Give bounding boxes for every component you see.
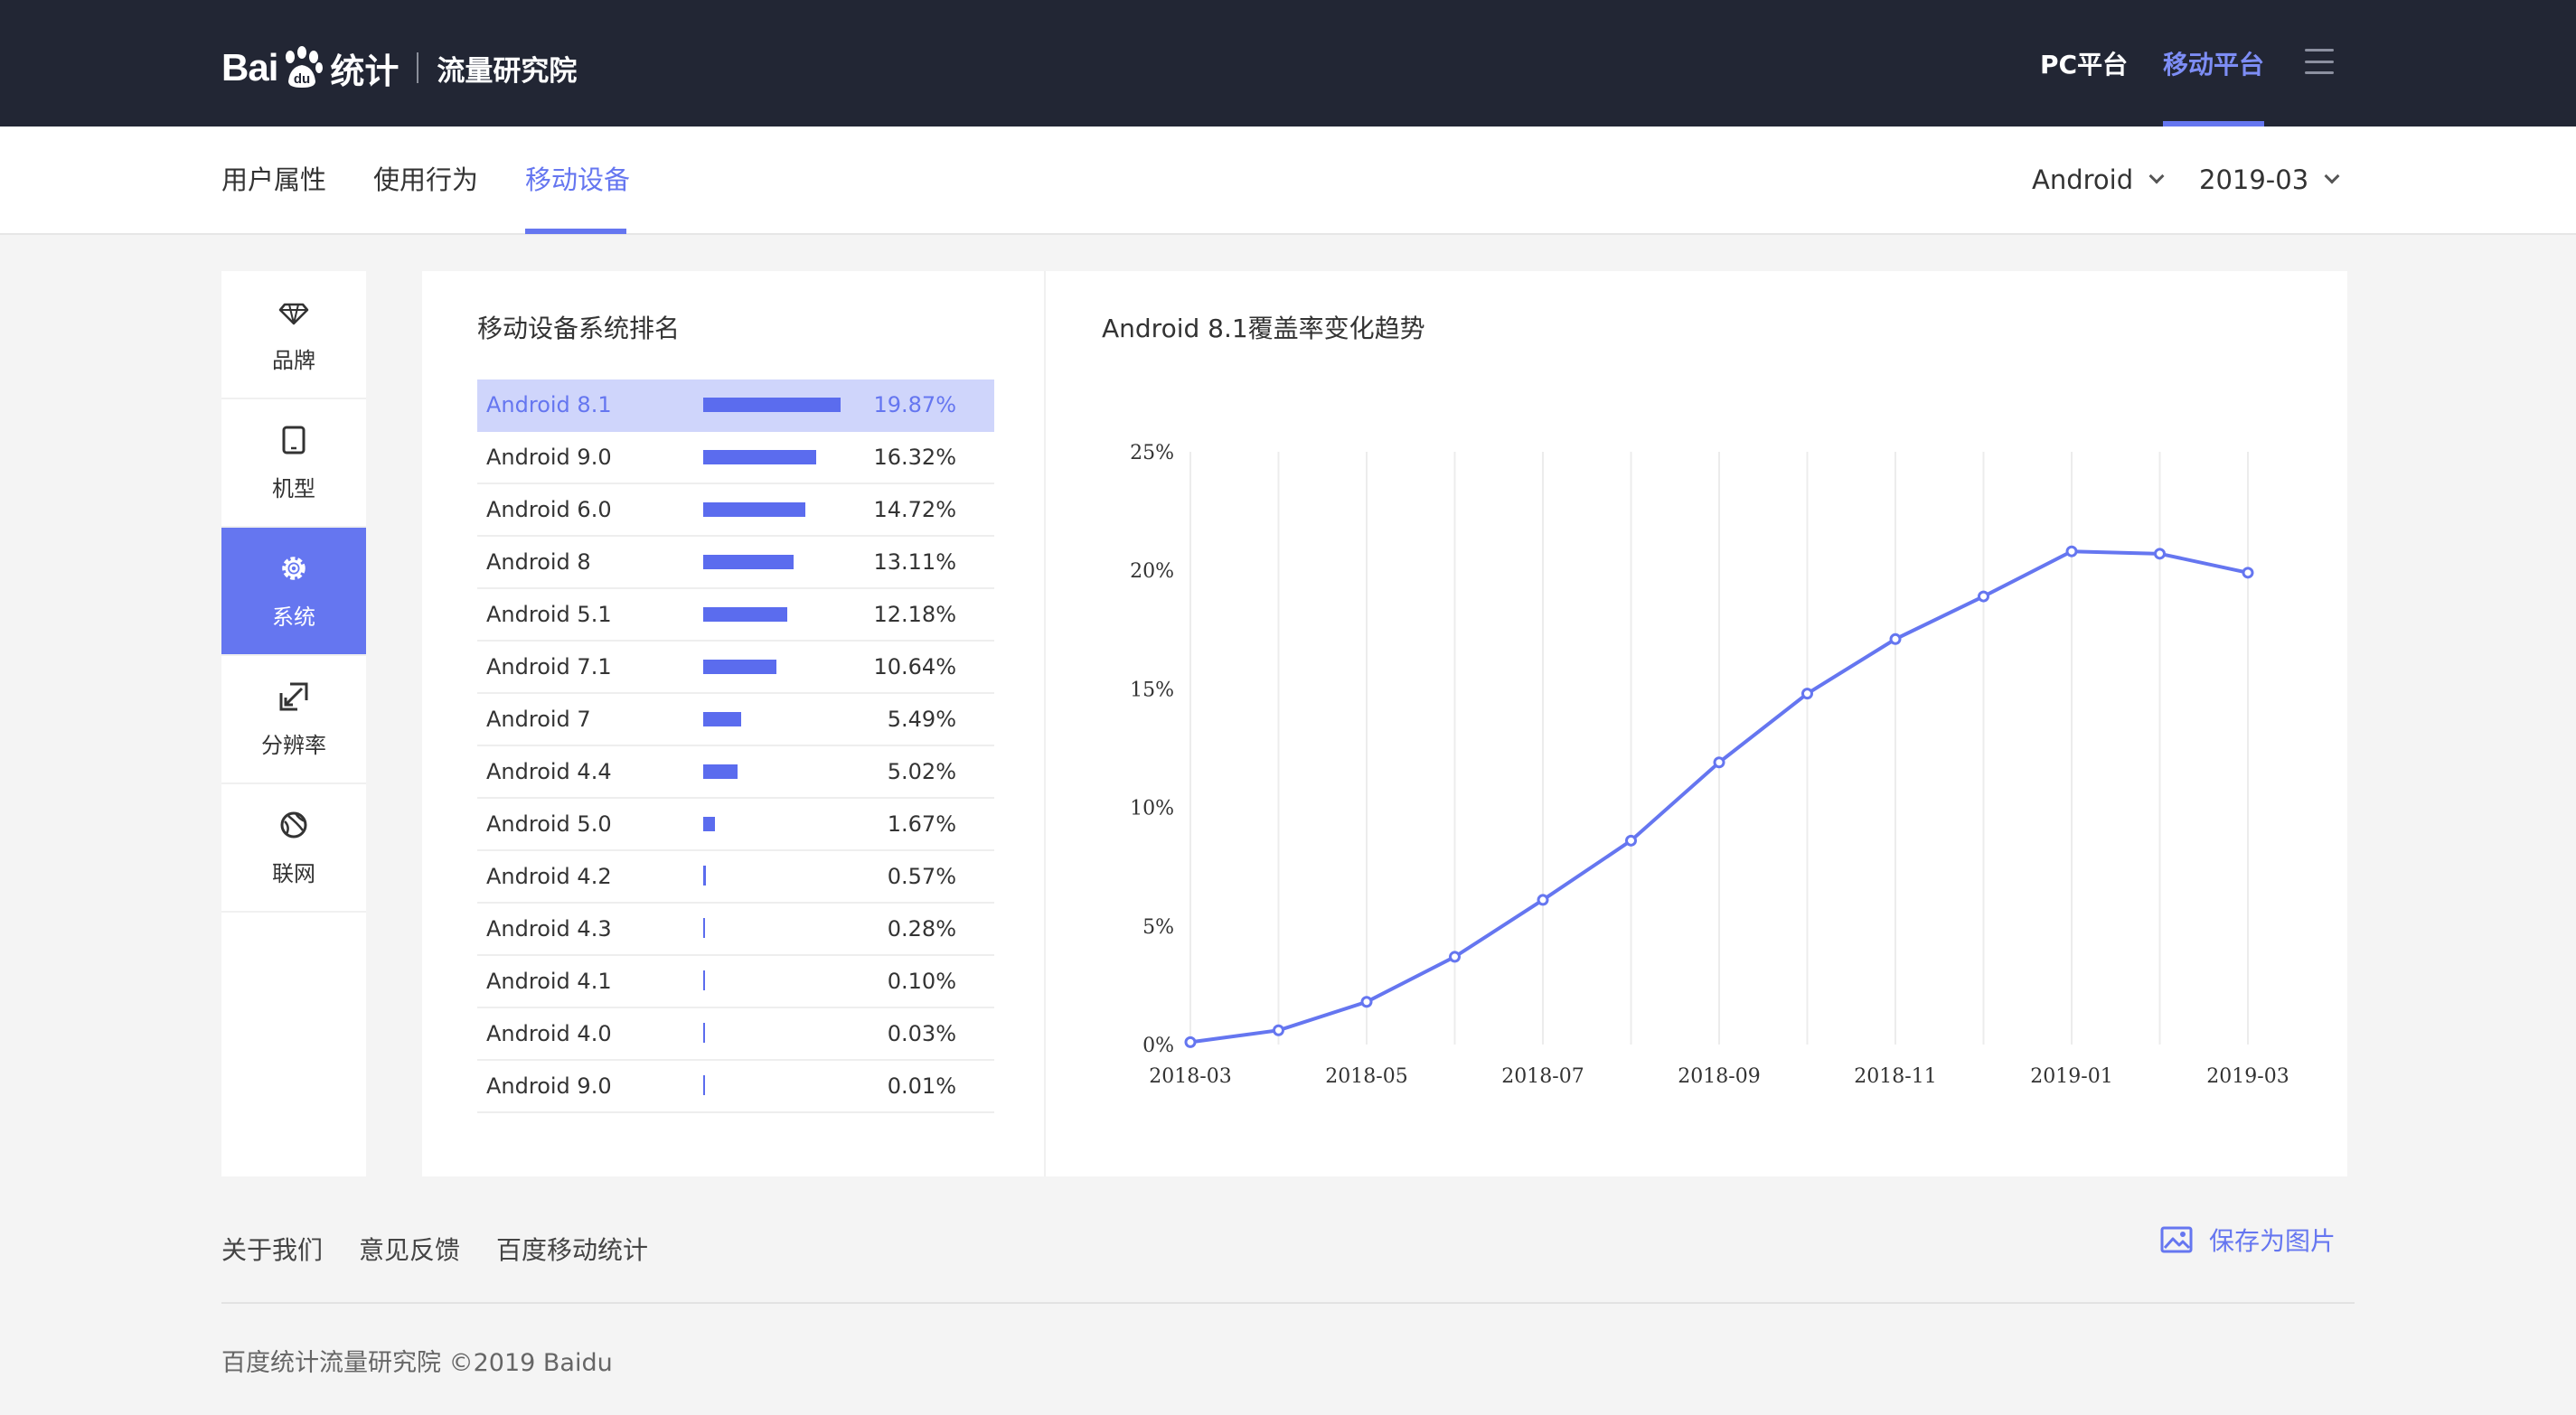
- y-axis-tick-label: 10%: [1130, 798, 1174, 820]
- data-point: [2242, 567, 2254, 579]
- image-icon: [2160, 1226, 2193, 1253]
- data-point: [1184, 1035, 1197, 1048]
- baidu-tongji-logo[interactable]: Bai du 统计 流量研究院: [221, 38, 577, 98]
- y-axis-tick-label: 15%: [1130, 679, 1174, 701]
- footer-link-about[interactable]: 关于我们: [221, 1231, 323, 1267]
- footer-link-feedback[interactable]: 意见反馈: [359, 1231, 460, 1267]
- data-point: [1360, 996, 1373, 1008]
- footer-link-mobile-stats[interactable]: 百度移动统计: [496, 1231, 648, 1267]
- sidebar-item-label: 品牌: [272, 347, 315, 373]
- sidebar-item-label: 机型: [272, 475, 315, 501]
- trend-line-chart: 0% 5% 10% 15% 20% 25% 2018-03 2018-05 2018-07 201…: [1130, 442, 2289, 1088]
- tablet-icon: [282, 426, 306, 454]
- y-axis-tick-label: 25%: [1130, 442, 1174, 464]
- platform-dropdown-value: Android: [2032, 164, 2134, 195]
- logo-tongji-text: 统计: [330, 51, 400, 91]
- sidebar-item-network[interactable]: 联网: [221, 784, 366, 913]
- footer-divider: [221, 1302, 2355, 1304]
- network-icon: [280, 811, 307, 838]
- tab-user-attributes[interactable]: 用户属性: [221, 127, 326, 233]
- date-dropdown[interactable]: 2019-03: [2199, 127, 2340, 233]
- save-as-image-button[interactable]: 保存为图片: [2160, 1222, 2336, 1258]
- chevron-down-icon: [2148, 168, 2165, 184]
- data-point: [2065, 545, 2078, 558]
- data-point: [1889, 633, 1902, 645]
- sidebar-item-label: 分辨率: [261, 732, 326, 758]
- logo-subtitle: 流量研究院: [437, 54, 578, 88]
- x-axis-tick-label: 2019-01: [2030, 1065, 2112, 1088]
- chevron-down-icon: [2324, 168, 2340, 184]
- x-axis-tick-label: 2018-07: [1501, 1065, 1584, 1088]
- data-point: [1801, 688, 1813, 700]
- nav-pc-platform[interactable]: PC平台: [2040, 0, 2128, 127]
- top-header: Bai du 统计 流量研究院 PC平台 移动平台: [0, 0, 2576, 127]
- x-axis-tick-label: 2018-03: [1149, 1065, 1231, 1088]
- data-point: [1978, 590, 1989, 603]
- sub-navigation: 用户属性 使用行为 移动设备 Android 2019-03: [0, 127, 2576, 235]
- tab-usage-behavior[interactable]: 使用行为: [373, 127, 478, 233]
- tab-active-indicator: [525, 229, 626, 234]
- sidebar-item-system[interactable]: 系统: [221, 528, 366, 656]
- footer-links: 关于我们 意见反馈 百度移动统计: [221, 1231, 684, 1267]
- gear-icon: [282, 556, 306, 580]
- sidebar-item-label: 联网: [272, 860, 315, 886]
- data-point: [1625, 834, 1637, 847]
- sidebar-item-resolution[interactable]: 分辨率: [221, 656, 366, 784]
- x-axis-tick-label: 2019-03: [2206, 1065, 2289, 1088]
- save-as-image-label: 保存为图片: [2209, 1226, 2336, 1256]
- hamburger-menu-icon[interactable]: [2305, 49, 2334, 74]
- sidebar-item-model[interactable]: 机型: [221, 399, 366, 528]
- y-axis-tick-label: 5%: [1142, 916, 1174, 939]
- y-axis-tick-label: 20%: [1130, 560, 1174, 583]
- svg-text:du: du: [294, 71, 310, 87]
- sidebar-item-brand[interactable]: 品牌: [221, 271, 366, 399]
- main-panel: 移动设备系统排名 Android 8.1 19.87% Android 9.0 16.…: [422, 271, 2347, 1176]
- data-point: [1713, 756, 1725, 769]
- platform-dropdown[interactable]: Android: [2032, 127, 2165, 233]
- logo-text: Bai: [221, 46, 278, 89]
- y-axis-tick-label: 0%: [1142, 1035, 1174, 1057]
- sidebar-item-label: 系统: [272, 604, 315, 630]
- tab-mobile-device[interactable]: 移动设备: [525, 127, 630, 233]
- diamond-icon: [278, 303, 309, 324]
- logo-divider: [417, 52, 419, 83]
- data-point: [1273, 1024, 1284, 1036]
- copyright-text: 百度统计流量研究院 ©2019 Baidu: [221, 1349, 613, 1377]
- baidu-paw-icon: du: [279, 45, 324, 90]
- date-dropdown-value: 2019-03: [2199, 164, 2309, 195]
- category-sidebar: 品牌 机型 系统 分辨率 联网: [221, 271, 366, 1176]
- data-point: [1449, 951, 1461, 963]
- data-point: [2154, 548, 2166, 560]
- resize-icon: [279, 682, 308, 710]
- x-axis-tick-label: 2018-09: [1678, 1065, 1760, 1088]
- x-axis-tick-label: 2018-11: [1854, 1065, 1936, 1088]
- x-axis-tick-label: 2018-05: [1325, 1065, 1407, 1088]
- data-point: [1537, 894, 1549, 906]
- nav-mobile-platform[interactable]: 移动平台: [2163, 0, 2264, 127]
